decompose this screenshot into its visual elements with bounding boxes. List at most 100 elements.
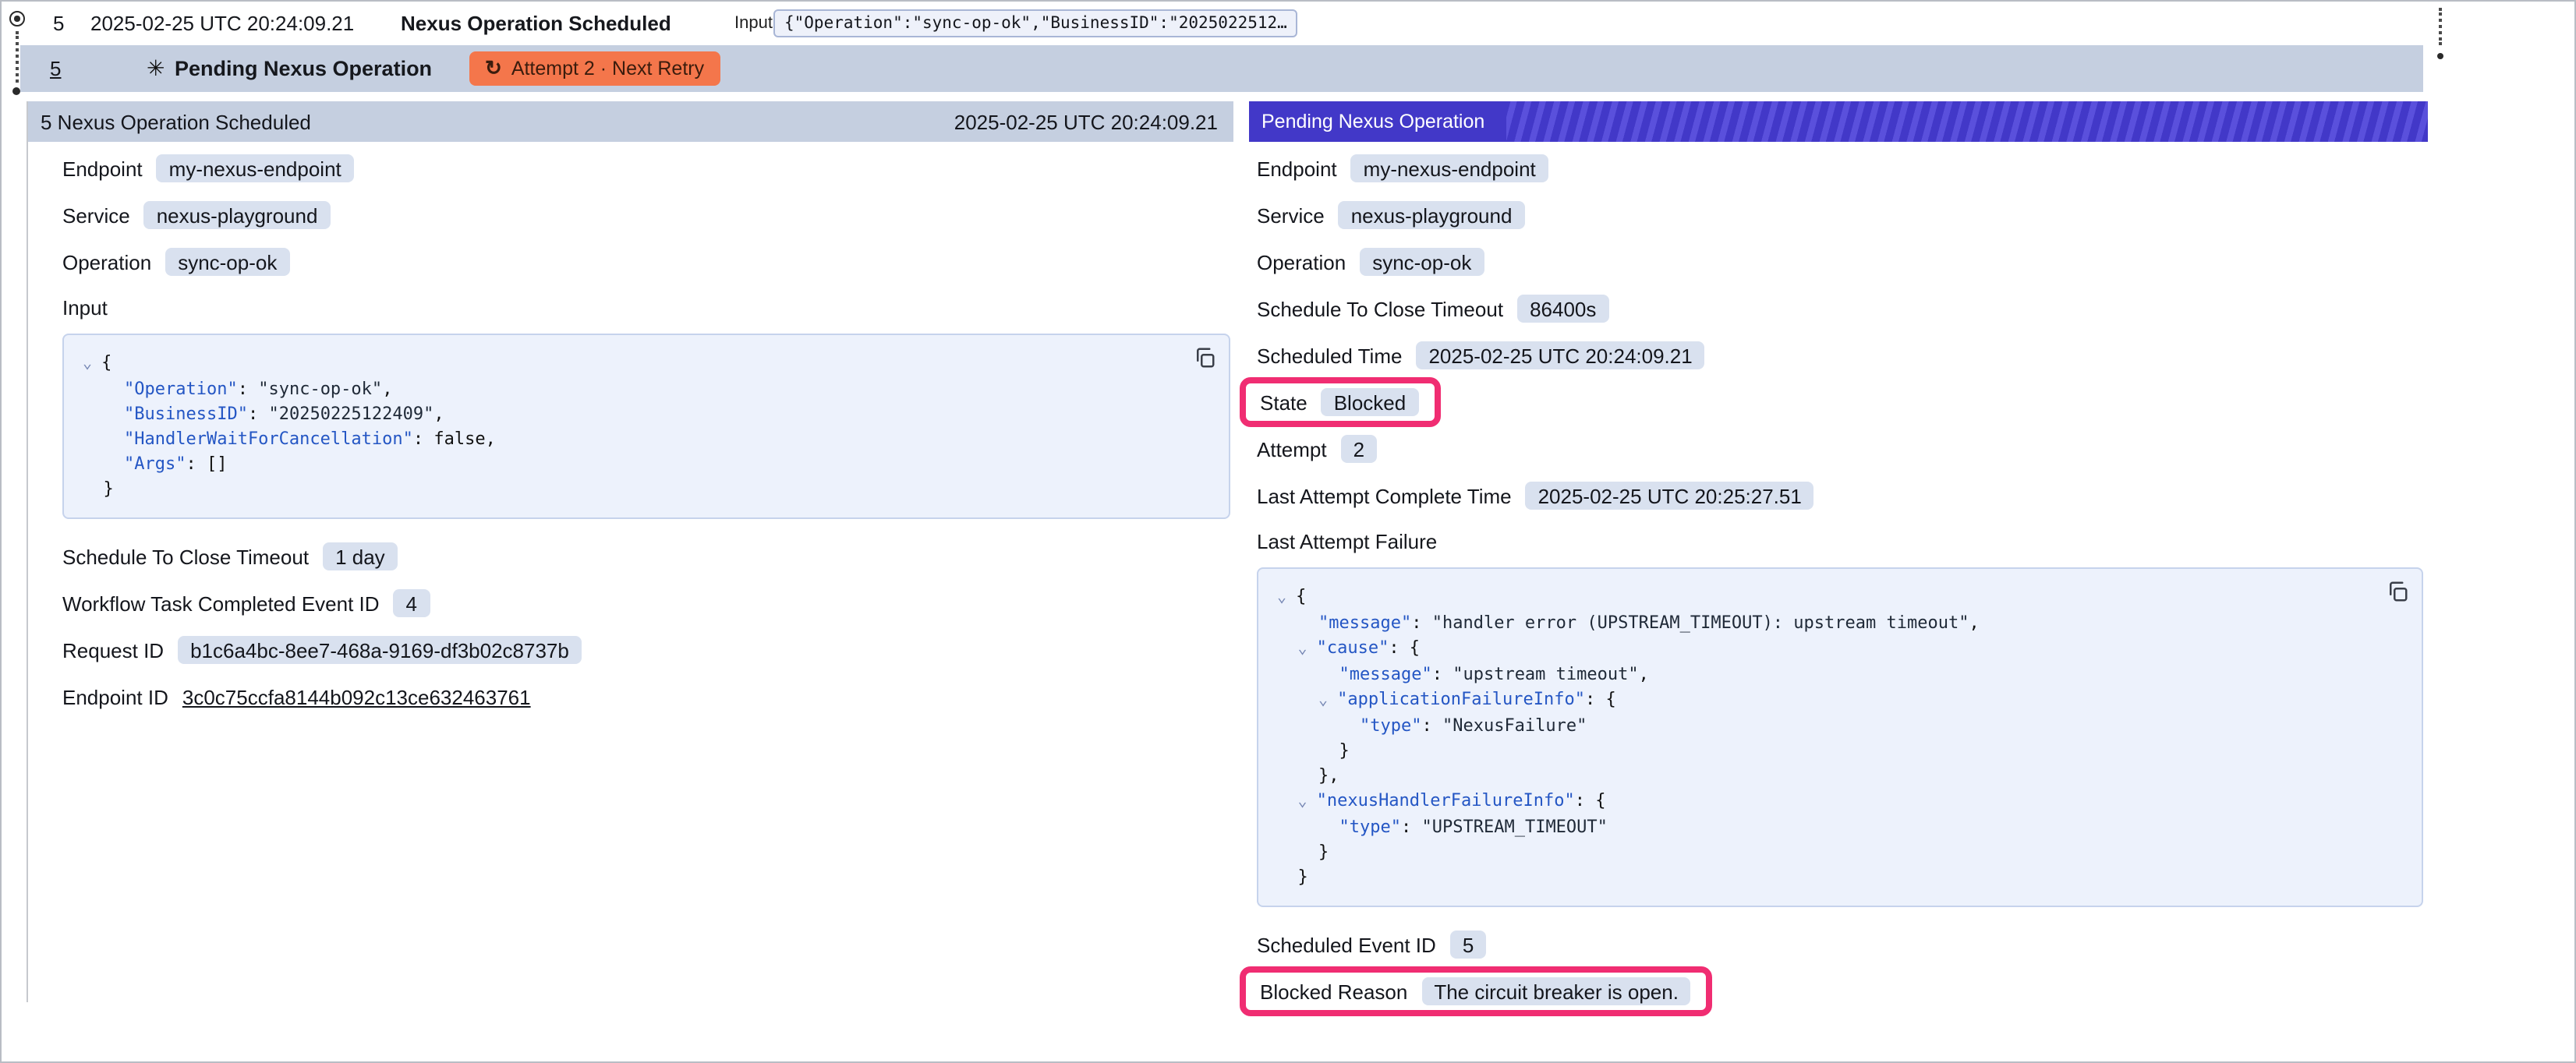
- field-label: Endpoint: [62, 157, 143, 180]
- annotation-highlight-box: Blocked Reason The circuit breaker is ope…: [1240, 966, 1713, 1016]
- field-label: Operation: [62, 250, 151, 274]
- event-summary-row[interactable]: 5 2025-02-25 UTC 20:24:09.21 Nexus Opera…: [2, 5, 2543, 42]
- right-rail-dot: [2437, 53, 2443, 59]
- code-line: "type": "UPSTREAM_TIMEOUT": [1277, 815, 2403, 840]
- event-detail-panel: 5 Nexus Operation Scheduled 2025-02-25 U…: [27, 101, 1233, 1002]
- field-value-badge: 86400s: [1517, 295, 1608, 323]
- field-label: Operation: [1257, 250, 1346, 274]
- collapse-chevron-icon[interactable]: ⌄: [1318, 692, 1337, 709]
- field-value-badge: 5: [1450, 931, 1486, 959]
- collapse-chevron-icon[interactable]: ⌄: [1298, 641, 1317, 658]
- field-value-badge: 2: [1341, 435, 1377, 463]
- field-row: Endpoint my-nexus-endpoint: [62, 153, 1230, 184]
- collapse-chevron-icon[interactable]: ⌄: [83, 355, 101, 373]
- copy-button[interactable]: [2386, 580, 2409, 603]
- field-value-badge: b1c6a4bc-8ee7-468a-9169-df3b02c8737b: [178, 636, 582, 664]
- field-row: Blocked Reason The circuit breaker is ope…: [1257, 976, 2423, 1007]
- code-line: ⌄ "applicationFailureInfo": {: [1277, 687, 2403, 714]
- code-line: "message": "upstream timeout",: [1277, 662, 2403, 687]
- pending-operation-panel: Pending Nexus Operation Endpoint my-nexus…: [1249, 101, 2428, 1022]
- field-value-badge: sync-op-ok: [165, 248, 289, 276]
- field-label: Endpoint: [1257, 157, 1337, 180]
- field-label: Schedule To Close Timeout: [62, 545, 309, 568]
- field-label: Service: [62, 203, 130, 227]
- field-row: Attempt 2: [1257, 433, 2423, 464]
- pending-row-title: Pending Nexus Operation: [175, 57, 432, 80]
- code-line: ⌄ "nexusHandlerFailureInfo": {: [1277, 789, 2403, 815]
- event-fields-bottom: Schedule To Close Timeout 1 day Workflow T…: [62, 541, 1230, 666]
- field-value-badge: my-nexus-endpoint: [1351, 154, 1548, 182]
- copy-button[interactable]: [1193, 346, 1216, 369]
- code-line: },: [1277, 764, 2403, 789]
- field-row: Operation sync-op-ok: [1257, 246, 2423, 277]
- nexus-asterisk-icon: ✳: [147, 55, 165, 82]
- input-preview-badge[interactable]: {"Operation":"sync-op-ok","BusinessID":"…: [773, 9, 1298, 37]
- field-value-badge: 4: [394, 589, 430, 617]
- field-row: Operation sync-op-ok: [62, 246, 1230, 277]
- field-value-badge: Blocked: [1322, 388, 1419, 416]
- field-row: Workflow Task Completed Event ID 4: [62, 588, 1230, 619]
- field-value-badge: nexus-playground: [144, 201, 331, 229]
- field-label: Last Attempt Complete Time: [1257, 484, 1512, 507]
- event-title: Nexus Operation Scheduled: [401, 12, 671, 35]
- field-value-badge: nexus-playground: [1339, 201, 1525, 229]
- field-value-badge: my-nexus-endpoint: [157, 154, 354, 182]
- field-label: Attempt: [1257, 437, 1327, 461]
- field-row: Scheduled Time2025-02-25 UTC 20:24:09.21: [1257, 340, 2423, 371]
- collapse-chevron-icon[interactable]: ⌄: [1298, 793, 1317, 810]
- field-row: Endpoint ID 3c0c75ccfa8144b092c13ce63246…: [62, 681, 1230, 712]
- endpoint-id-link[interactable]: 3c0c75ccfa8144b092c13ce632463761: [182, 685, 531, 708]
- code-line: }: [83, 477, 1210, 502]
- annotation-highlight-box: StateBlocked: [1240, 377, 1440, 427]
- code-line: ⌄ {: [83, 351, 1210, 377]
- input-json-viewer: ⌄ { "Operation": "sync-op-ok", "Business…: [62, 334, 1230, 519]
- pending-panel-title: Pending Nexus Operation: [1249, 101, 1506, 142]
- field-row: StateBlocked: [1257, 387, 2423, 418]
- event-timestamp: 2025-02-25 UTC 20:24:09.21: [90, 12, 354, 35]
- event-detail-title: 5 Nexus Operation Scheduled: [41, 110, 311, 133]
- event-id[interactable]: 5: [53, 12, 64, 35]
- collapse-chevron-icon[interactable]: ⌄: [1277, 589, 1296, 606]
- pending-operation-row[interactable]: 5 ✳ Pending Nexus Operation ↻ Attempt 2 …: [20, 45, 2423, 92]
- field-label: Scheduled Event ID: [1257, 933, 1436, 956]
- field-value-badge: sync-op-ok: [1360, 248, 1484, 276]
- failure-json-code: ⌄ { "message": "handler error (UPSTREAM_…: [1277, 584, 2403, 890]
- field-value-badge: 1 day: [323, 542, 398, 570]
- workflow-history-view: 5 2025-02-25 UTC 20:24:09.21 Nexus Opera…: [0, 0, 2576, 1063]
- input-json-code: ⌄ { "Operation": "sync-op-ok", "Business…: [83, 351, 1210, 502]
- pending-panel-header: Pending Nexus Operation: [1249, 101, 2428, 142]
- code-line: "type": "NexusFailure": [1277, 714, 2403, 739]
- field-row: Last Attempt Complete Time 2025-02-25 UTC…: [1257, 480, 2423, 511]
- timeline-dot: [12, 87, 20, 95]
- code-line: }: [1277, 865, 2403, 890]
- field-row: Servicenexus-playground: [1257, 200, 2423, 231]
- field-label: Endpoint ID: [62, 685, 168, 708]
- pending-fields-bottom: Scheduled Event ID 5 Blocked Reason The cir…: [1257, 929, 2423, 1007]
- code-line: "Args": []: [83, 452, 1210, 477]
- attempt-retry-badge: ↻ Attempt 2 · Next Retry: [469, 51, 720, 86]
- code-line: "message": "handler error (UPSTREAM_TIME…: [1277, 611, 2403, 636]
- field-label: Schedule To Close Timeout: [1257, 297, 1503, 320]
- field-value-badge: 2025-02-25 UTC 20:24:09.21: [1416, 341, 1704, 369]
- code-line: }: [1277, 840, 2403, 865]
- event-detail-timestamp: 2025-02-25 UTC 20:24:09.21: [954, 110, 1218, 133]
- field-row: Schedule To Close Timeout 1 day: [62, 541, 1230, 572]
- code-line: ⌄ "cause": {: [1277, 636, 2403, 662]
- field-row: Scheduled Event ID 5: [1257, 929, 2423, 960]
- event-detail-header: 5 Nexus Operation Scheduled 2025-02-25 U…: [28, 101, 1233, 142]
- field-label: Request ID: [62, 638, 164, 662]
- field-row: Endpoint my-nexus-endpoint: [1257, 153, 2423, 184]
- event-fields-top: Endpoint my-nexus-endpoint Service nexus-pl…: [62, 153, 1230, 277]
- field-label: Blocked Reason: [1260, 980, 1407, 1003]
- field-value-badge: 2025-02-25 UTC 20:25:27.51: [1526, 482, 1814, 510]
- code-line: ⌄ {: [1277, 584, 2403, 611]
- pending-row-id-link[interactable]: 5: [50, 57, 61, 80]
- field-row: Request ID b1c6a4bc-8ee7-468a-9169-df3b02…: [62, 634, 1230, 666]
- field-value-badge: The circuit breaker is open.: [1421, 977, 1691, 1005]
- input-label: Input: [734, 14, 773, 33]
- field-row: Schedule To Close Timeout 86400s: [1257, 293, 2423, 324]
- code-line: }: [1277, 739, 2403, 764]
- field-label: Workflow Task Completed Event ID: [62, 592, 380, 615]
- retry-icon: ↻: [485, 56, 502, 81]
- failure-json-viewer: ⌄ { "message": "handler error (UPSTREAM_…: [1257, 567, 2423, 907]
